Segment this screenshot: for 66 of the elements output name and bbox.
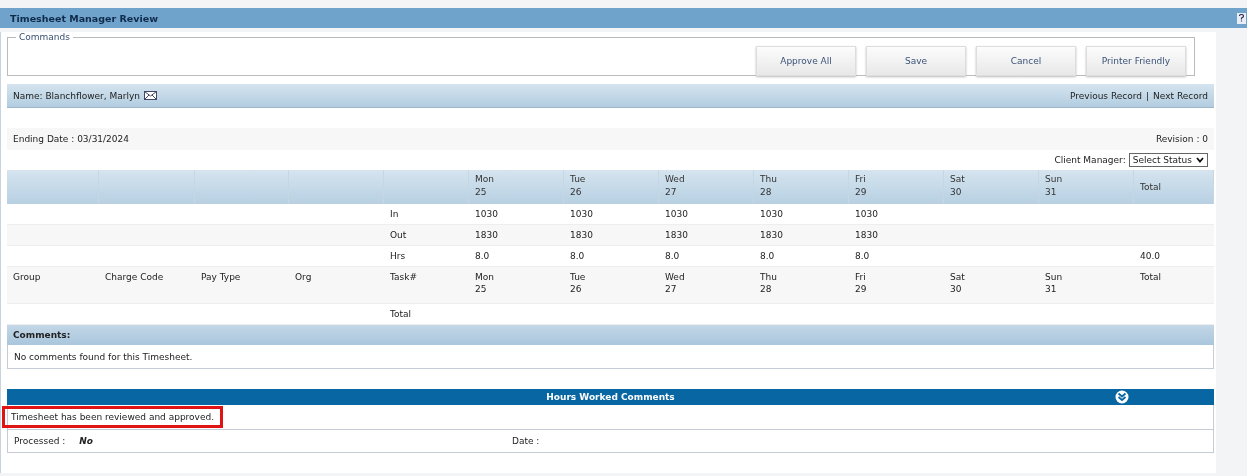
comments-header: Comments: xyxy=(7,325,1214,345)
day-heading: Mon 25 xyxy=(475,272,494,294)
column-heading: Total xyxy=(1140,272,1162,282)
time-value: 1030 xyxy=(475,209,498,219)
day-header: Mon 25 xyxy=(475,173,494,199)
envelope-icon[interactable] xyxy=(144,91,157,100)
total-header: Total xyxy=(1140,180,1162,194)
time-value: 1030 xyxy=(665,209,688,219)
page-title: Timesheet Manager Review xyxy=(10,12,158,24)
approval-message: Timesheet has been reviewed and approved. xyxy=(11,412,215,422)
time-value: 8.0 xyxy=(570,251,585,261)
column-heading: Group xyxy=(13,272,41,282)
day-heading: Thu 28 xyxy=(760,272,777,294)
collapse-icon[interactable] xyxy=(1115,390,1129,404)
comments-message: No comments found for this Timesheet. xyxy=(14,351,193,362)
day-heading: Wed 27 xyxy=(665,272,685,294)
processed-value: No xyxy=(79,436,93,446)
time-value: 8.0 xyxy=(475,251,490,261)
ending-date: Ending Date : 03/31/2024 xyxy=(13,134,130,144)
employee-name: Name: Blanchflower, Marlyn xyxy=(13,90,140,101)
previous-record-link[interactable]: Previous Record xyxy=(1070,90,1142,101)
help-icon[interactable] xyxy=(1237,12,1246,24)
column-heading: Org xyxy=(295,272,312,282)
row-label: Total xyxy=(390,309,412,319)
time-value: 1030 xyxy=(760,209,783,219)
day-heading: Fri 29 xyxy=(855,272,867,294)
command-button[interactable]: Printer Friendly xyxy=(1086,45,1186,76)
status-select[interactable]: Select Status xyxy=(1128,153,1208,167)
day-header: Tue 26 xyxy=(570,173,586,199)
row-label: In xyxy=(390,209,399,219)
command-button[interactable]: Approve All xyxy=(756,45,856,76)
commands-legend: Commands xyxy=(16,32,73,42)
column-heading: Pay Type xyxy=(201,272,241,282)
time-value: 8.0 xyxy=(855,251,870,261)
time-value: 1830 xyxy=(855,230,878,240)
day-heading: Tue 26 xyxy=(570,272,586,294)
time-value: 1830 xyxy=(570,230,593,240)
time-value: 8.0 xyxy=(760,251,775,261)
chevron-down-icon xyxy=(1196,157,1204,163)
time-value: 1030 xyxy=(855,209,878,219)
total-value: 40.0 xyxy=(1140,251,1161,261)
time-value: 1030 xyxy=(570,209,593,219)
day-heading: Sun 31 xyxy=(1045,272,1063,294)
date-label: Date : xyxy=(512,436,541,446)
column-heading: Charge Code xyxy=(105,272,164,282)
processed-label: Processed : xyxy=(14,436,66,446)
command-button[interactable]: Cancel xyxy=(976,45,1076,76)
next-record-link[interactable]: Next Record xyxy=(1153,90,1208,101)
revision-number: Revision : 0 xyxy=(1155,134,1208,144)
row-label: Hrs xyxy=(390,251,406,261)
day-heading: Sat 30 xyxy=(950,272,965,294)
link-separator: | xyxy=(1146,90,1150,101)
hours-worked-title: Hours Worked Comments xyxy=(546,392,675,402)
day-header: Fri 29 xyxy=(855,173,867,199)
row-label: Out xyxy=(390,230,407,240)
client-manager-label: Client Manager: xyxy=(1054,155,1126,165)
day-header: Wed 27 xyxy=(665,173,685,199)
time-value: 8.0 xyxy=(665,251,680,261)
time-value: 1830 xyxy=(475,230,498,240)
day-header: Thu 28 xyxy=(760,173,777,199)
time-value: 1830 xyxy=(760,230,783,240)
day-header: Sun 31 xyxy=(1045,173,1063,199)
time-value: 1830 xyxy=(665,230,688,240)
command-button[interactable]: Save xyxy=(866,45,966,76)
day-header: Sat 30 xyxy=(950,173,965,199)
column-heading: Task# xyxy=(390,272,417,282)
